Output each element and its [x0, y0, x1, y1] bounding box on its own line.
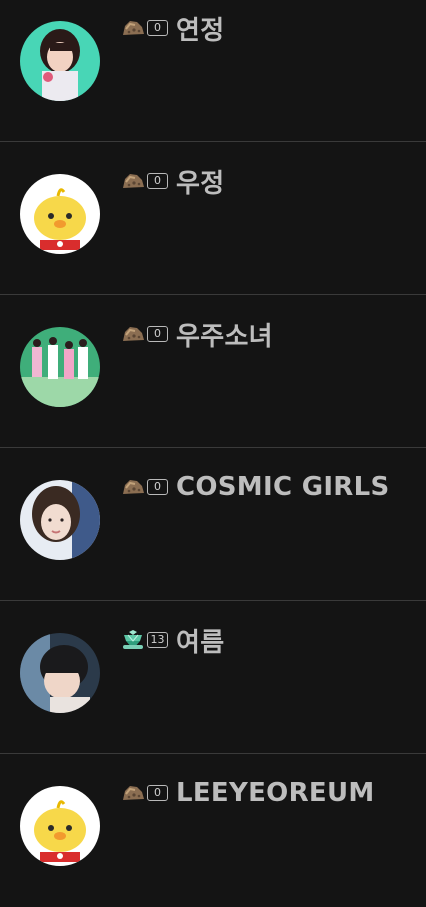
- nickname[interactable]: COSMIC GIRLS: [176, 472, 390, 502]
- list-item[interactable]: 0 COSMIC GIRLS: [0, 449, 426, 601]
- avatar[interactable]: [20, 327, 100, 407]
- nickname[interactable]: 우주소녀: [176, 316, 273, 353]
- name-line: 0 연정: [120, 10, 224, 47]
- nickname[interactable]: 여름: [176, 622, 224, 659]
- level-badge: 0: [147, 20, 168, 36]
- avatar[interactable]: [20, 480, 100, 560]
- level-badge: 13: [147, 632, 168, 648]
- list-item[interactable]: 13 여름: [0, 602, 426, 754]
- rock-level-icon: [120, 323, 146, 345]
- rock-level-icon: [120, 476, 146, 498]
- avatar[interactable]: [20, 633, 100, 713]
- nickname[interactable]: LEEYEOREUM: [176, 778, 375, 808]
- name-line: 13 여름: [120, 622, 224, 659]
- name-line: 0 COSMIC GIRLS: [120, 470, 390, 504]
- level-badge: 0: [147, 479, 168, 495]
- level-badge: 0: [147, 173, 168, 189]
- level-badge: 0: [147, 785, 168, 801]
- emerald-level-icon: [120, 629, 146, 651]
- member-list: 0 연정 0 우정 0 우주소녀 0 COSMIC GIRLS 13 여름 0 …: [0, 0, 426, 901]
- avatar[interactable]: [20, 174, 100, 254]
- list-item[interactable]: 0 우주소녀: [0, 296, 426, 448]
- rock-level-icon: [120, 17, 146, 39]
- name-line: 0 우주소녀: [120, 316, 273, 353]
- rock-level-icon: [120, 170, 146, 192]
- name-line: 0 LEEYEOREUM: [120, 776, 375, 810]
- nickname[interactable]: 우정: [176, 163, 224, 200]
- list-item[interactable]: 0 LEEYEOREUM: [0, 755, 426, 907]
- name-line: 0 우정: [120, 163, 224, 200]
- list-item[interactable]: 0 우정: [0, 143, 426, 295]
- level-badge: 0: [147, 326, 168, 342]
- list-item[interactable]: 0 연정: [0, 0, 426, 142]
- avatar[interactable]: [20, 21, 100, 101]
- nickname[interactable]: 연정: [176, 10, 224, 47]
- avatar[interactable]: [20, 786, 100, 866]
- rock-level-icon: [120, 782, 146, 804]
